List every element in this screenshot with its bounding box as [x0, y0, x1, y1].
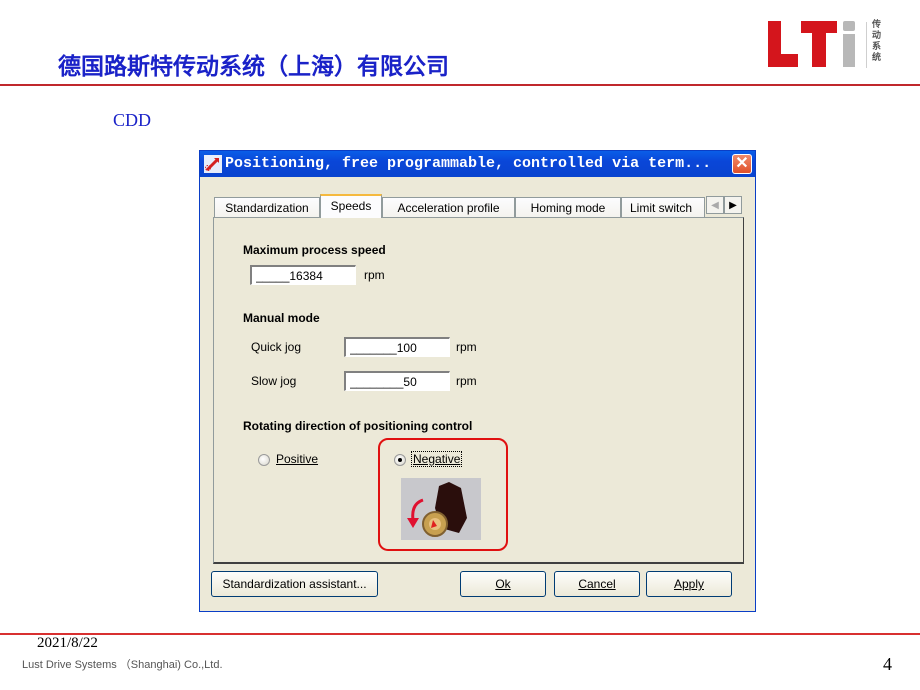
footer-date: 2021/8/22 — [37, 635, 98, 651]
page-number: 4 — [883, 654, 892, 674]
max-speed-input[interactable] — [250, 265, 356, 285]
slide-title: 德国路斯特传动系统（上海）有限公司 — [58, 54, 449, 80]
tab-scroll-right-button[interactable]: ▶ — [724, 196, 742, 214]
dialog-titlebar[interactable]: Positioning, free programmable, controll… — [200, 151, 755, 177]
footer-company: Lust Drive Systems （Shanghai) Co.,Ltd. — [22, 659, 223, 671]
positive-radio[interactable] — [258, 454, 270, 466]
tab-limit-switch[interactable]: Limit switch — [621, 197, 705, 217]
chevron-right-icon: ▶ — [729, 200, 737, 211]
tab-standardization[interactable]: Standardization — [214, 197, 320, 217]
max-speed-unit: rpm — [364, 268, 385, 282]
slow-jog-unit: rpm — [456, 374, 477, 388]
tab-homing-mode[interactable]: Homing mode — [515, 197, 621, 217]
tab-bar: Standardization Speeds Acceleration prof… — [214, 194, 744, 218]
motor-icon — [407, 482, 467, 537]
motor-rotation-image — [401, 478, 481, 540]
footer-divider — [0, 633, 920, 635]
dialog-title: Positioning, free programmable, controll… — [225, 155, 712, 172]
quick-jog-label: Quick jog — [251, 340, 302, 354]
ok-button[interactable]: Ok — [460, 571, 546, 597]
tab-speeds[interactable]: Speeds — [320, 194, 382, 218]
negative-label[interactable]: Negative — [411, 451, 463, 467]
tab-acceleration-profile[interactable]: Acceleration profile — [382, 197, 515, 217]
close-button[interactable]: ✕ — [732, 154, 752, 174]
rotation-heading: Rotating direction of positioning contro… — [243, 419, 473, 433]
negative-radio[interactable] — [394, 454, 406, 466]
header-divider — [0, 84, 920, 86]
lti-logo: 传动系统 — [768, 18, 908, 70]
logo-subtitle: 传动系统 — [872, 20, 882, 63]
positive-label[interactable]: Positive — [276, 452, 318, 466]
manual-mode-heading: Manual mode — [243, 311, 320, 325]
standardization-assistant-button[interactable]: Standardization assistant... — [211, 571, 378, 597]
max-speed-heading: Maximum process speed — [243, 243, 386, 257]
close-icon: ✕ — [735, 155, 749, 172]
section-label: CDD — [113, 110, 152, 130]
quick-jog-input[interactable] — [344, 337, 450, 357]
cancel-button[interactable]: Cancel — [554, 571, 640, 597]
app-icon — [204, 155, 222, 173]
chevron-left-icon: ◀ — [711, 200, 719, 211]
slow-jog-input[interactable] — [344, 371, 450, 391]
speeds-panel: Maximum process speed rpm Manual mode Qu… — [213, 217, 744, 564]
apply-button[interactable]: Apply — [646, 571, 732, 597]
positioning-dialog: Positioning, free programmable, controll… — [199, 150, 756, 612]
slow-jog-label: Slow jog — [251, 374, 297, 388]
quick-jog-unit: rpm — [456, 340, 477, 354]
tab-scroll-left-button[interactable]: ◀ — [706, 196, 724, 214]
